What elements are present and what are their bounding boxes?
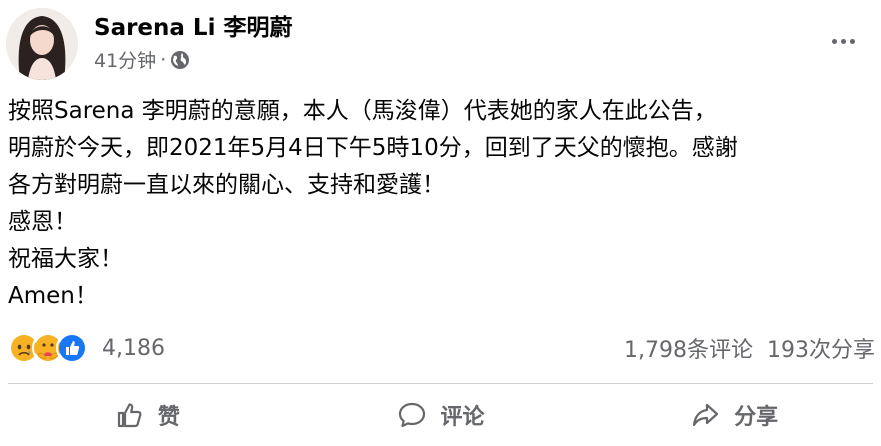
comment-label: 评论 — [440, 405, 485, 430]
post-line: 按照Sarena 李明蔚的意願，本人（馬浚偉）代表她的家人在此公告， — [8, 98, 717, 124]
comment-button[interactable]: 评论 — [294, 384, 588, 446]
more-options-button[interactable] — [823, 26, 863, 56]
post-body: 按照Sarena 李明蔚的意願，本人（馬浚偉）代表她的家人在此公告， 明蔚於今天… — [8, 93, 874, 315]
avatar[interactable] — [6, 8, 78, 80]
action-bar: 赞 评论 分享 — [0, 384, 881, 446]
engagement-stats: 1,798条评论 193次分享 — [624, 332, 875, 364]
more-dot-icon — [831, 38, 837, 44]
like-button[interactable]: 赞 — [0, 384, 294, 446]
post-header: Sarena Li 李明蔚 41分钟 · — [0, 0, 881, 90]
reaction-count[interactable]: 4,186 — [102, 336, 165, 361]
like-label: 赞 — [157, 405, 180, 430]
shares-count[interactable]: 193次分享 — [767, 332, 875, 364]
reaction-summary[interactable]: 4,186 — [8, 328, 165, 368]
post-time[interactable]: 41分钟 — [94, 46, 156, 73]
like-icon — [56, 332, 88, 364]
more-dot-icon — [849, 38, 855, 44]
post-line: 感恩！ — [8, 209, 77, 235]
thumbs-up-icon — [117, 403, 142, 428]
share-label: 分享 — [734, 405, 779, 430]
post-line: Amen！ — [8, 283, 98, 309]
post-line: 各方對明蔚一直以來的關心、支持和愛護！ — [8, 172, 445, 198]
post-meta: 41分钟 · — [94, 46, 190, 73]
post-line: 祝福大家！ — [8, 246, 123, 272]
share-icon — [693, 403, 719, 427]
comment-icon — [398, 402, 425, 428]
meta-separator: · — [160, 48, 167, 71]
post-line: 明蔚於今天，即2021年5月4日下午5時10分，回到了天父的懷抱。感謝 — [8, 135, 738, 161]
comments-count[interactable]: 1,798条评论 — [624, 332, 753, 364]
share-button[interactable]: 分享 — [587, 384, 881, 446]
globe-icon[interactable] — [170, 50, 190, 70]
author-name[interactable]: Sarena Li 李明蔚 — [94, 8, 292, 42]
more-dot-icon — [840, 38, 846, 44]
